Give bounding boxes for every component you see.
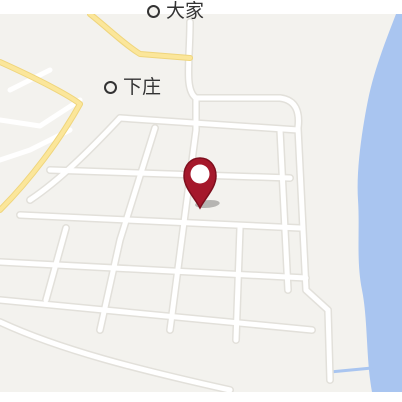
map-view[interactable]: 大家 下庄 bbox=[0, 0, 402, 402]
place-label-dajia[interactable]: 大家 bbox=[147, 2, 204, 21]
circle-marker-icon bbox=[147, 5, 160, 18]
map-bottom-edge bbox=[0, 392, 402, 402]
place-label-xiazhuang[interactable]: 下庄 bbox=[104, 78, 161, 97]
location-pin-icon[interactable] bbox=[181, 156, 229, 212]
place-name: 下庄 bbox=[123, 76, 162, 98]
circle-marker-icon bbox=[104, 81, 117, 94]
place-name: 大家 bbox=[166, 0, 205, 22]
